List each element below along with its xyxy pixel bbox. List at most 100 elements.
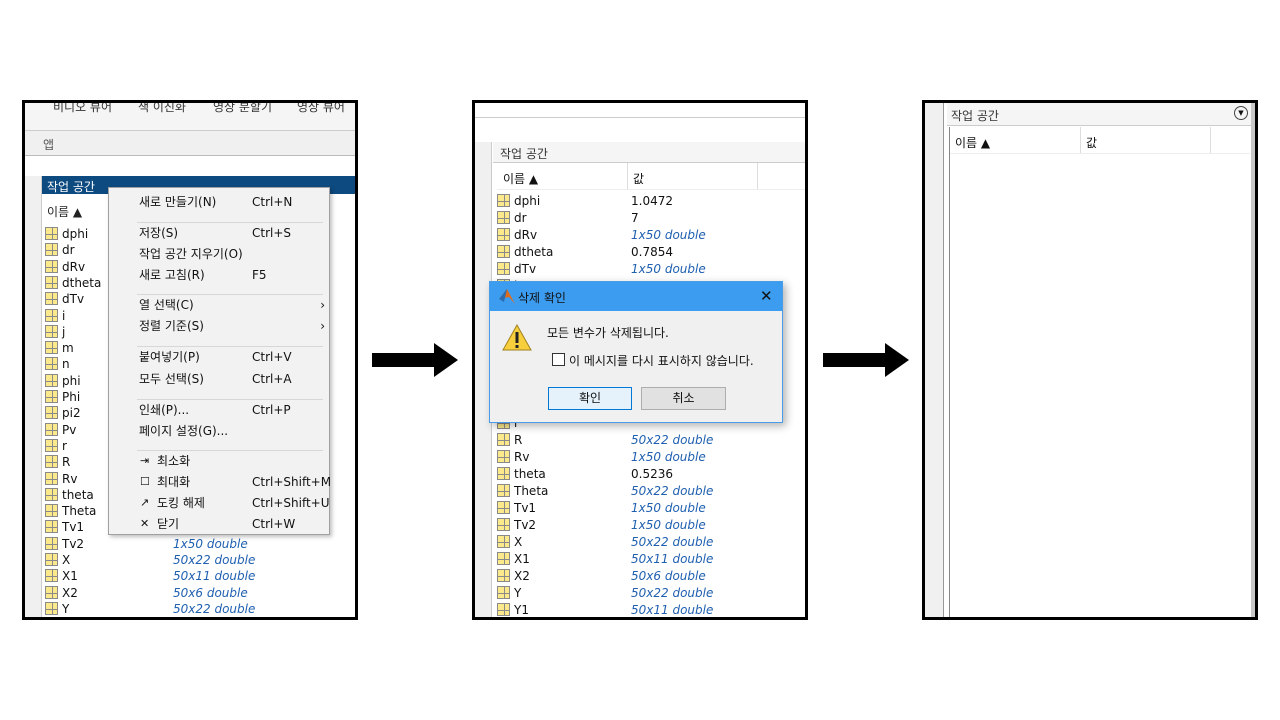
variable-name: Tv1 [514,500,537,515]
variable-row[interactable]: Theta [45,503,96,519]
variable-row[interactable]: Tv1 [45,519,84,535]
toolbar-app-video-viewer[interactable]: 비디오 뷰어 [53,103,112,115]
menu-separator [137,346,323,347]
variable-row[interactable]: dtheta [45,275,101,291]
toolbar-app-image-viewer[interactable]: 영상 뷰어 [297,103,345,115]
dont-show-again-checkbox[interactable] [552,353,565,366]
variable-row[interactable]: dtheta 0.7854 [497,244,673,260]
menu-item[interactable]: 인쇄(P)... Ctrl+P [109,400,329,420]
menu-item[interactable]: 작업 공간 지우기(O) [109,244,329,264]
variable-name: Tv2 [62,536,85,551]
menu-item[interactable]: 새로 고침(R) F5 [109,265,329,285]
menu-item[interactable]: 열 선택(C) › [109,295,329,315]
variable-name: m [62,341,74,356]
variable-row[interactable]: dTv 1x50 double [497,261,706,277]
variable-value: 1x50 double [631,449,706,464]
menu-item-shortcut: Ctrl+N [252,195,293,209]
menu-item[interactable]: 저장(S) Ctrl+S [109,223,329,243]
dont-show-again-label[interactable]: 이 메시지를 다시 표시하지 않습니다. [569,352,754,369]
panel-cleared-workspace: 작업 공간 ▼ 이름 ▲ 값 [922,100,1258,620]
matrix-variable-icon [497,603,510,617]
variable-row[interactable]: R [45,454,70,470]
variable-row[interactable]: r [45,438,67,454]
submenu-arrow-icon: › [320,319,325,333]
variable-row[interactable]: dTv [45,291,84,307]
variable-value: 50x22 double [631,586,714,601]
variable-row[interactable]: phi [45,373,81,389]
variable-row[interactable]: dr 7 [497,210,639,226]
column-header-name[interactable]: 이름 ▲ [503,170,538,187]
matrix-variable-icon [45,259,58,273]
variable-row[interactable]: X2 50x6 double [45,585,248,601]
menu-item[interactable]: 정렬 기준(S) › [109,316,329,336]
variable-row[interactable]: Y 50x22 double [497,585,713,601]
variable-name: X2 [514,569,530,584]
menu-item[interactable]: ☐ 최대화 Ctrl+Shift+M [109,472,331,492]
menu-item-label: 정렬 기준(S) [139,319,204,333]
column-header-value[interactable]: 값 [633,170,644,187]
variable-row[interactable]: Tv2 1x50 double [497,517,706,533]
variable-row[interactable]: dRv 1x50 double [497,227,706,243]
variable-value: 50x22 double [173,601,256,616]
menu-item[interactable]: ↗ 도킹 해제 Ctrl+Shift+U [109,493,330,513]
scrollbar[interactable] [1251,103,1255,617]
menu-separator [137,450,323,451]
variable-row[interactable]: Tv2 1x50 double [45,536,248,552]
dialog-close-button[interactable]: ✕ [760,287,773,305]
variable-name: X1 [62,569,78,584]
menu-item-label: 새로 만들기(N) [139,195,217,209]
ok-button[interactable]: 확인 [548,387,632,410]
variable-row[interactable]: dRv [45,259,85,275]
variable-row[interactable]: n [45,356,70,372]
minimize-icon: ⇥ [140,454,150,467]
variable-row[interactable]: X1 50x11 double [497,551,713,567]
menu-item[interactable]: ✕ 닫기 Ctrl+W [109,514,329,534]
column-header-name[interactable]: 이름 ▲ [47,203,82,220]
variable-row[interactable]: theta 0.5236 [497,466,673,482]
matrix-variable-icon [45,504,58,518]
variable-row[interactable]: Rv 1x50 double [497,449,706,465]
variable-row[interactable]: dphi [45,226,88,242]
menu-item[interactable]: 페이지 설정(G)... [109,421,329,441]
variable-row[interactable]: Pv [45,422,76,438]
variable-row[interactable]: X 50x22 double [45,552,255,568]
variable-name: dphi [62,227,89,241]
variable-row[interactable]: Phi [45,389,80,405]
workspace-menu-icon[interactable]: ▼ [1234,106,1248,120]
variable-row[interactable]: j [45,324,65,340]
menu-item-label: 붙여넣기(P) [139,350,200,364]
variable-row[interactable]: Theta 50x22 double [497,483,713,499]
variable-row[interactable]: theta [45,487,94,503]
variable-row[interactable]: Tv1 1x50 double [497,500,706,516]
variable-row[interactable]: X2 50x6 double [497,568,706,584]
variable-row[interactable]: Rv [45,471,77,487]
undock-icon: ↗ [140,496,150,509]
column-header-value[interactable]: 값 [1086,134,1097,151]
toolbar-app-image-segmenter[interactable]: 영상 분할기 [213,103,272,115]
matrix-variable-icon [497,500,510,514]
variable-name: X [514,535,523,549]
variable-row[interactable]: pi2 [45,405,81,421]
menu-separator [137,294,323,295]
menu-item[interactable]: ⇥ 최소화 [109,451,329,471]
variable-row[interactable]: X 50x22 double [497,534,713,550]
variable-row[interactable]: i [45,308,65,324]
variable-row[interactable]: Y 50x22 double [45,601,255,617]
column-header-name[interactable]: 이름 ▲ [955,134,990,151]
menu-item[interactable]: 붙여넣기(P) Ctrl+V [109,347,329,367]
matrix-variable-icon [45,422,58,436]
variable-row[interactable]: X1 50x11 double [45,568,255,584]
menu-item[interactable]: 새로 만들기(N) Ctrl+N [109,192,329,212]
variable-row[interactable]: Y1 50x11 double [497,602,713,617]
variable-value: 1x50 double [631,500,706,515]
cancel-button[interactable]: 취소 [641,387,726,410]
toolbar-app-color-threshold[interactable]: 색 이진화 [138,103,186,115]
variable-row[interactable]: dphi 1.0472 [497,193,673,209]
variable-row[interactable]: m [45,340,74,356]
variable-row[interactable]: R 50x22 double [497,432,713,448]
menu-item[interactable]: 모두 선택(S) Ctrl+A [109,369,329,389]
workspace-header[interactable]: 작업 공간 ▼ [947,103,1251,126]
workspace-header[interactable]: 작업 공간 [493,142,805,163]
variable-row[interactable]: dr [45,242,75,258]
menu-item-label: 열 선택(C) [139,298,194,312]
